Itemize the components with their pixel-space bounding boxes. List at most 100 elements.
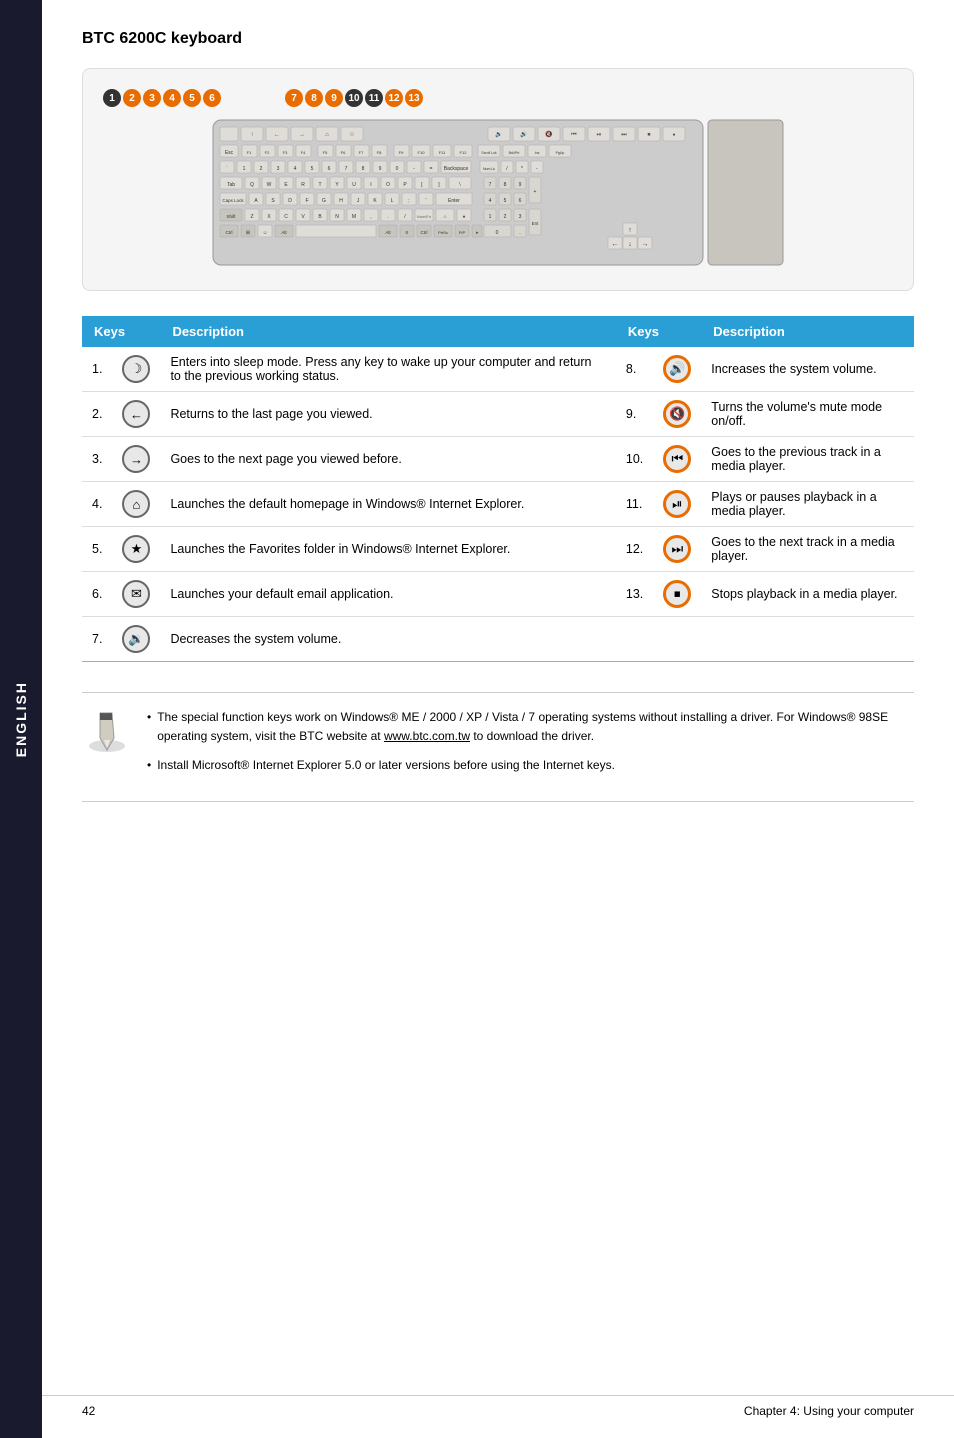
home-icon: ⌂ [122,490,150,518]
svg-text:←: ← [274,132,280,138]
badge-3: 3 [143,89,161,107]
svg-text:0: 0 [396,166,399,172]
next-track-icon: ⏭ [663,535,691,563]
badge-8: 8 [305,89,323,107]
svg-text:8: 8 [362,166,365,172]
table-row: 6.✉Launches your default email applicati… [82,572,914,617]
badge-12: 12 [385,89,403,107]
row-desc-right: Plays or pauses playback in a media play… [701,482,914,527]
svg-text:0: 0 [496,230,499,236]
svg-text:W: W [267,182,272,188]
svg-text:↓: ↓ [628,241,632,248]
svg-text:': ' [426,198,427,204]
row-desc-right: Goes to the previous track in a media pl… [701,437,914,482]
svg-text:Q: Q [250,182,254,188]
row-icon-right: ⏮ [653,437,701,482]
svg-text:F5: F5 [323,150,328,155]
svg-text:F12: F12 [460,150,468,155]
svg-text:Alt: Alt [281,230,287,235]
svg-text:5: 5 [311,166,314,172]
row-num-right: 13. [616,572,653,617]
svg-text:●: ● [462,214,465,220]
row-icon-right: ⏭ [653,527,701,572]
svg-text:O: O [386,182,390,188]
svg-text:F7: F7 [359,150,364,155]
row-icon-left: ☽ [112,347,160,392]
svg-text:R: R [301,182,305,188]
prev-track-icon: ⏮ [663,445,691,473]
row-desc-right: Goes to the next track in a media player… [701,527,914,572]
badge-4: 4 [163,89,181,107]
svg-text:T: T [318,182,321,188]
row-num-right: 10. [616,437,653,482]
badge-9: 9 [325,89,343,107]
svg-text:↑: ↑ [251,132,254,138]
row-num-right: 11. [616,482,653,527]
svg-text:Shift: Shift [226,214,236,219]
svg-text:L: L [391,198,394,204]
badge-2: 2 [123,89,141,107]
moon-icon: ☽ [122,355,150,383]
note-bullet-2: • Install Microsoft® Internet Explorer 5… [147,756,914,775]
svg-text:I: I [370,182,371,188]
svg-text:Ins: Ins [535,151,540,155]
vol-down-icon: 🔉 [122,625,150,653]
svg-text:Ent: Ent [532,221,540,226]
svg-text:☺: ☺ [443,214,447,219]
table-row: 1.☽Enters into sleep mode. Press any key… [82,347,914,392]
svg-text:1: 1 [489,214,492,220]
svg-text:C: C [284,214,288,220]
row-icon-left: ⌂ [112,482,160,527]
svg-text:*: * [521,166,523,172]
keyboard-svg: ↑ ← → ⌂ ☆ 🔉 🔊 [208,115,788,270]
chapter-label: Chapter 4: Using your computer [744,1404,914,1418]
row-num-left: 2. [82,392,112,437]
row-num-right: 9. [616,392,653,437]
svg-text:Enter: Enter [448,198,460,204]
row-desc-right: Increases the system volume. [701,347,914,392]
mute-icon: 🔇 [663,400,691,428]
row-icon-right [653,617,701,662]
svg-text:4: 4 [294,166,297,172]
svg-text:Esc: Esc [225,150,234,156]
svg-text:PgUp: PgUp [556,151,565,155]
svg-text:≡: ≡ [406,230,409,236]
svg-text:⌂: ⌂ [325,132,329,138]
svg-text:,: , [370,214,371,220]
row-num-left: 1. [82,347,112,392]
svg-text:⏮: ⏮ [571,132,577,138]
table-row: 2.←Returns to the last page you viewed.9… [82,392,914,437]
svg-text:🔊: 🔊 [520,130,528,138]
row-num-left: 3. [82,437,112,482]
sidebar-label: ENGLISH [13,681,29,757]
svg-text:6: 6 [328,166,331,172]
keyboard-area: 1 2 3 4 5 6 7 8 9 10 11 12 13 [82,68,914,291]
row-desc-left: Launches the Favorites folder in Windows… [160,527,615,572]
row-icon-left: → [112,437,160,482]
badge-1: 1 [103,89,121,107]
keyboard-illustration: ↑ ← → ⌂ ☆ 🔉 🔊 [103,115,893,270]
row-icon-left: 🔉 [112,617,160,662]
row-desc-left: Launches the default homepage in Windows… [160,482,615,527]
svg-text:F11: F11 [439,150,446,155]
svg-text:F: F [305,198,308,204]
svg-text:Ctrl: Ctrl [421,230,428,235]
note-icon [82,708,132,758]
table-row: 3.→Goes to the next page you viewed befo… [82,437,914,482]
page-footer: 42 Chapter 4: Using your computer [42,1395,954,1418]
svg-text:P/P: P/P [459,230,466,235]
svg-text:→: → [299,132,305,138]
svg-text:→: → [642,241,649,248]
svg-text:2: 2 [504,214,507,220]
row-desc-left: Goes to the next page you viewed before. [160,437,615,482]
svg-text:Brk/Prt: Brk/Prt [509,151,520,155]
svg-text:8: 8 [504,182,507,188]
vol-up-icon: 🔊 [663,355,691,383]
badge-row: 1 2 3 4 5 6 7 8 9 10 11 12 13 [103,89,893,107]
svg-text:F8: F8 [377,150,382,155]
table-row: 7.🔉Decreases the system volume. [82,617,914,662]
badge-11: 11 [365,89,383,107]
row-icon-right: 🔇 [653,392,701,437]
row-num-left: 5. [82,527,112,572]
svg-text:+: + [534,189,537,195]
